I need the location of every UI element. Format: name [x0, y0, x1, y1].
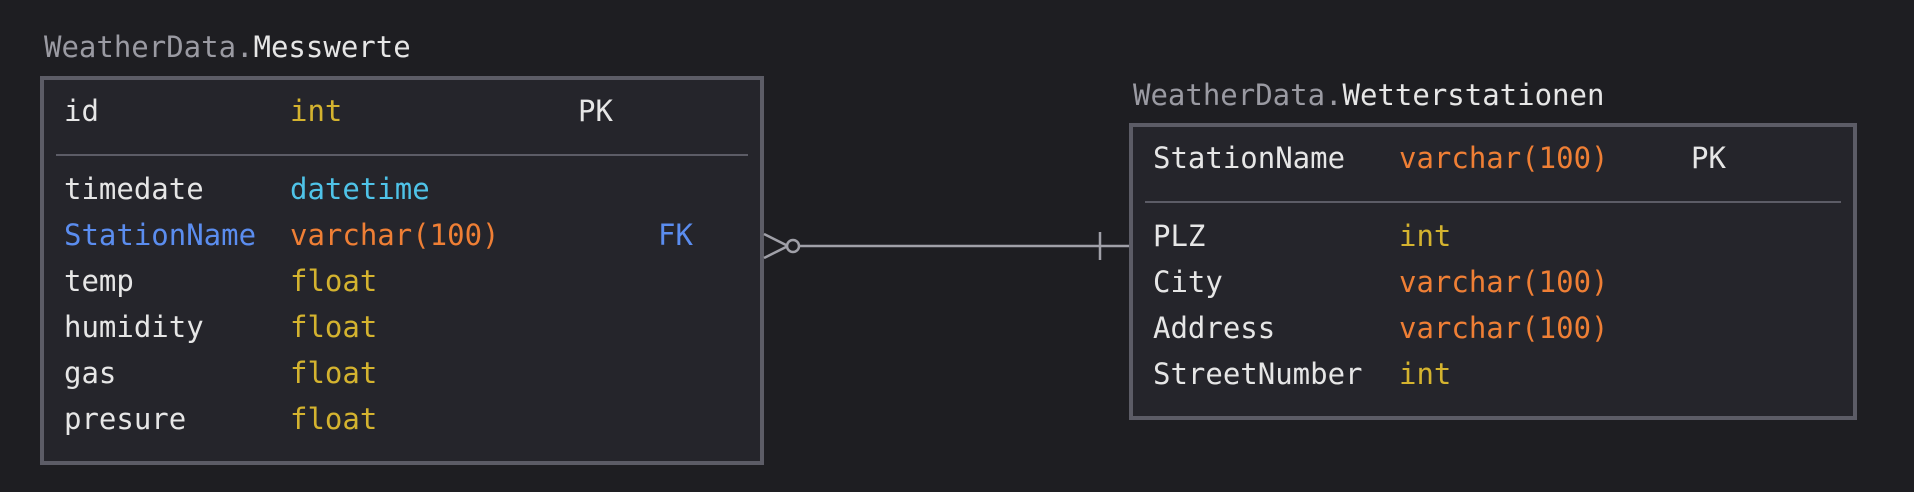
zero-cardinality-circle	[785, 238, 801, 254]
er-diagram-canvas: WeatherData.Messwerte id int PK timedate dat…	[0, 0, 1914, 492]
crowfoot-lower-prong	[763, 244, 789, 260]
crowfoot-upper-prong	[763, 232, 789, 248]
relationship-connector[interactable]	[0, 0, 1914, 492]
